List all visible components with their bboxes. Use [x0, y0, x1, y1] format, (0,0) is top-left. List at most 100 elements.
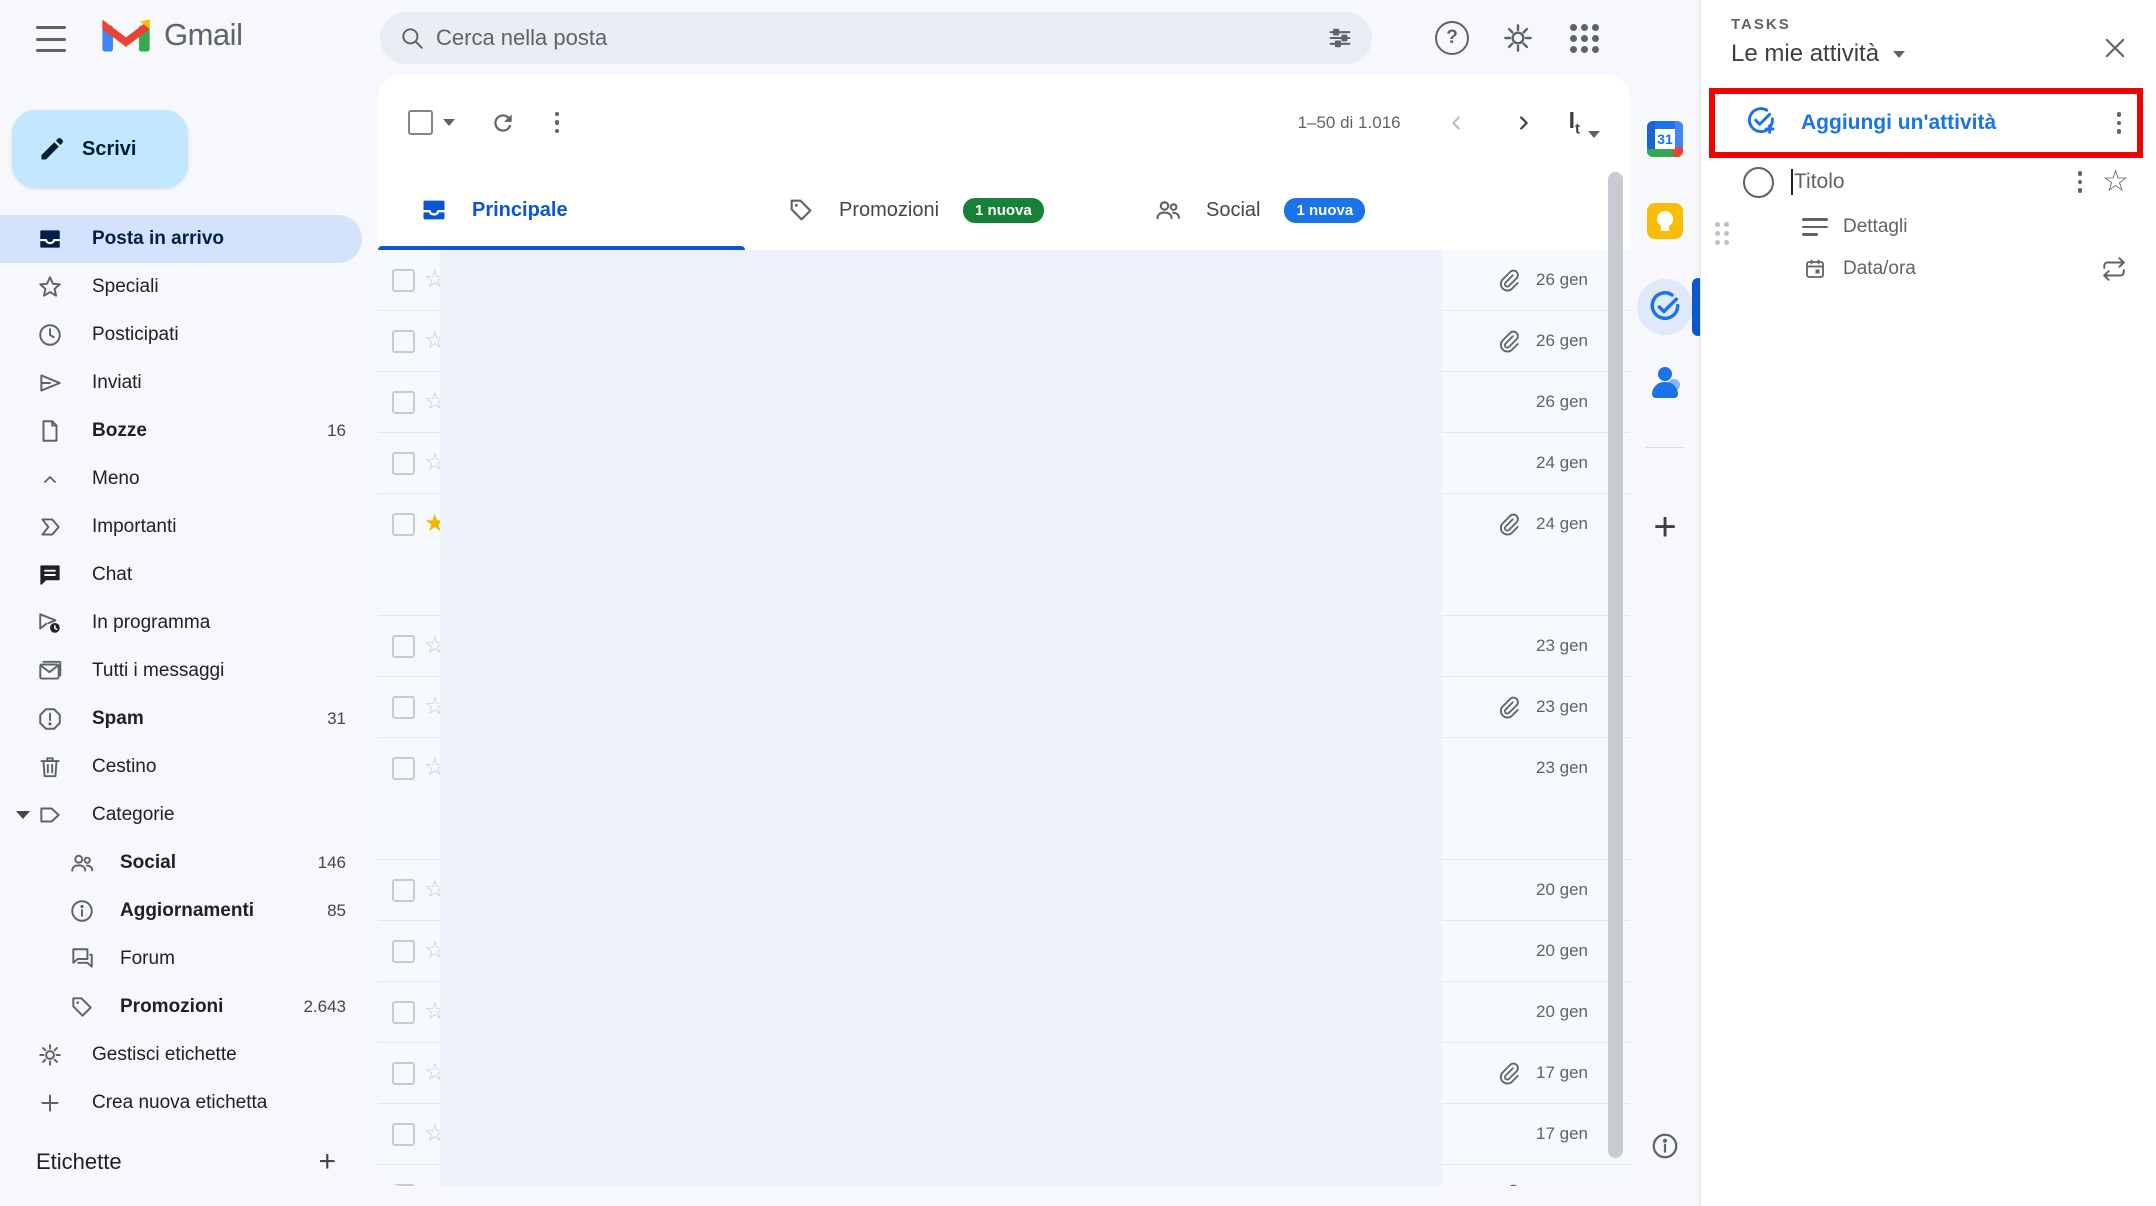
- sidebar-item-cestino[interactable]: Cestino: [0, 743, 362, 791]
- sidebar-item-bozze[interactable]: Bozze 16: [0, 407, 362, 455]
- add-task-button[interactable]: Aggiungi un'attività: [1701, 90, 2156, 156]
- email-checkbox[interactable]: [392, 940, 415, 963]
- email-row[interactable]: 17 gen: [378, 1043, 1630, 1104]
- refresh-icon[interactable]: [481, 101, 525, 145]
- task-list-selector[interactable]: Le mie attività: [1731, 40, 1905, 68]
- newer-chevron-icon[interactable]: [1437, 103, 1477, 143]
- sidebar-item-crea-nuova-etichetta[interactable]: Crea nuova etichetta: [0, 1079, 362, 1127]
- sidebar-item-forum[interactable]: Forum: [0, 935, 362, 983]
- sidebar-item-spam[interactable]: Spam 31: [0, 695, 362, 743]
- task-datetime-row[interactable]: Data/ora: [1701, 248, 2156, 290]
- search-icon[interactable]: [390, 16, 434, 60]
- sidebar-item-promozioni[interactable]: Promozioni 2.643: [0, 983, 362, 1031]
- more-options-icon[interactable]: [535, 101, 579, 145]
- email-row[interactable]: 23 gen: [378, 616, 1630, 677]
- email-row[interactable]: 24 gen: [378, 433, 1630, 494]
- gear-icon[interactable]: [1500, 20, 1536, 56]
- email-content-redacted[interactable]: [440, 1043, 1442, 1104]
- email-row[interactable]: 20 gen: [378, 982, 1630, 1043]
- sidebar-item-social[interactable]: Social 146: [0, 839, 362, 887]
- email-row[interactable]: 17 gen: [378, 1104, 1630, 1165]
- compose-button[interactable]: Scrivi: [12, 110, 188, 188]
- email-checkbox[interactable]: [392, 452, 415, 475]
- email-row[interactable]: 24 gen: [378, 494, 1630, 616]
- email-content-redacted[interactable]: [440, 433, 1442, 494]
- email-row[interactable]: 20 gen: [378, 860, 1630, 921]
- tab-social[interactable]: Social 1 nuova: [1112, 170, 1479, 250]
- email-content-redacted[interactable]: [440, 921, 1442, 982]
- email-checkbox[interactable]: [392, 330, 415, 353]
- email-checkbox[interactable]: [392, 513, 415, 536]
- email-content-redacted[interactable]: [440, 311, 1442, 372]
- sidebar-item-speciali[interactable]: Speciali: [0, 263, 362, 311]
- sidebar-item-gestisci-etichette[interactable]: Gestisci etichette: [0, 1031, 362, 1079]
- email-content-redacted[interactable]: [440, 860, 1442, 921]
- close-panel-icon[interactable]: [2095, 28, 2135, 68]
- task-details-row[interactable]: Dettagli: [1701, 206, 2156, 248]
- sidebar-item-categorie[interactable]: Categorie: [0, 791, 362, 839]
- add-task-more-icon[interactable]: [2117, 112, 2122, 134]
- email-content-redacted[interactable]: [440, 1165, 1442, 1186]
- info-icon[interactable]: [1650, 1131, 1680, 1161]
- email-content-redacted[interactable]: [440, 738, 1442, 860]
- older-chevron-icon[interactable]: [1503, 103, 1543, 143]
- email-row[interactable]: 26 gen: [378, 311, 1630, 372]
- drag-handle-icon[interactable]: [1715, 222, 1729, 245]
- sidebar-item-posticipati[interactable]: Posticipati: [0, 311, 362, 359]
- email-row[interactable]: 16 gen: [378, 1165, 1630, 1186]
- email-row[interactable]: 26 gen: [378, 372, 1630, 433]
- email-checkbox[interactable]: [392, 635, 415, 658]
- email-checkbox[interactable]: [392, 1123, 415, 1146]
- search-filters-icon[interactable]: [1318, 16, 1362, 60]
- tasks-app-icon[interactable]: [1637, 279, 1693, 335]
- email-checkbox[interactable]: [392, 1001, 415, 1024]
- sidebar-item-in-programma[interactable]: In programma: [0, 599, 362, 647]
- email-content-redacted[interactable]: [440, 1104, 1442, 1165]
- keep-app-icon[interactable]: [1647, 203, 1683, 239]
- apps-grid-icon[interactable]: [1566, 20, 1602, 56]
- email-content-redacted[interactable]: [440, 982, 1442, 1043]
- sidebar-item-meno[interactable]: Meno: [0, 455, 362, 503]
- sidebar-item-tutti-i-messaggi[interactable]: Tutti i messaggi: [0, 647, 362, 695]
- mail-scrollbar[interactable]: [1608, 172, 1623, 1158]
- email-checkbox[interactable]: [392, 879, 415, 902]
- select-dropdown-icon[interactable]: [443, 119, 455, 126]
- select-all-checkbox[interactable]: [408, 110, 433, 135]
- email-row[interactable]: 23 gen: [378, 677, 1630, 738]
- search-input[interactable]: [434, 24, 1318, 52]
- input-tools-selector[interactable]: It: [1569, 107, 1600, 138]
- search-bar[interactable]: [380, 12, 1372, 64]
- sidebar-item-chat[interactable]: Chat: [0, 551, 362, 599]
- email-content-redacted[interactable]: [440, 494, 1442, 616]
- contacts-app-icon[interactable]: [1648, 365, 1682, 399]
- email-checkbox[interactable]: [392, 757, 415, 780]
- email-checkbox[interactable]: [392, 696, 415, 719]
- sidebar-item-inviati[interactable]: Inviati: [0, 359, 362, 407]
- get-addons-icon[interactable]: +: [1653, 507, 1676, 547]
- main-menu-icon[interactable]: [36, 24, 66, 54]
- email-row[interactable]: 26 gen: [378, 250, 1630, 311]
- sidebar-item-importanti[interactable]: Importanti: [0, 503, 362, 551]
- email-checkbox[interactable]: [392, 1062, 415, 1085]
- expand-caret-icon[interactable]: [16, 811, 30, 819]
- add-label-icon[interactable]: +: [318, 1145, 336, 1179]
- calendar-app-icon[interactable]: 31: [1647, 121, 1683, 157]
- task-options-icon[interactable]: [2078, 171, 2083, 193]
- email-content-redacted[interactable]: [440, 677, 1442, 738]
- task-complete-circle[interactable]: [1743, 167, 1774, 198]
- task-title-input[interactable]: Titolo: [1791, 169, 2078, 195]
- email-row[interactable]: 20 gen: [378, 921, 1630, 982]
- sidebar-item-aggiornamenti[interactable]: Aggiornamenti 85: [0, 887, 362, 935]
- email-content-redacted[interactable]: [440, 250, 1442, 311]
- tab-promozioni[interactable]: Promozioni 1 nuova: [745, 170, 1112, 250]
- help-icon[interactable]: ?: [1434, 20, 1470, 56]
- email-checkbox[interactable]: [392, 1184, 415, 1187]
- sidebar-item-posta-in-arrivo[interactable]: Posta in arrivo: [0, 215, 362, 263]
- email-checkbox[interactable]: [392, 391, 415, 414]
- email-checkbox[interactable]: [392, 269, 415, 292]
- tab-principale[interactable]: Principale: [378, 170, 745, 250]
- task-star-icon[interactable]: ☆: [2102, 167, 2129, 197]
- email-content-redacted[interactable]: [440, 616, 1442, 677]
- repeat-icon[interactable]: [2101, 256, 2127, 282]
- email-row[interactable]: 23 gen: [378, 738, 1630, 860]
